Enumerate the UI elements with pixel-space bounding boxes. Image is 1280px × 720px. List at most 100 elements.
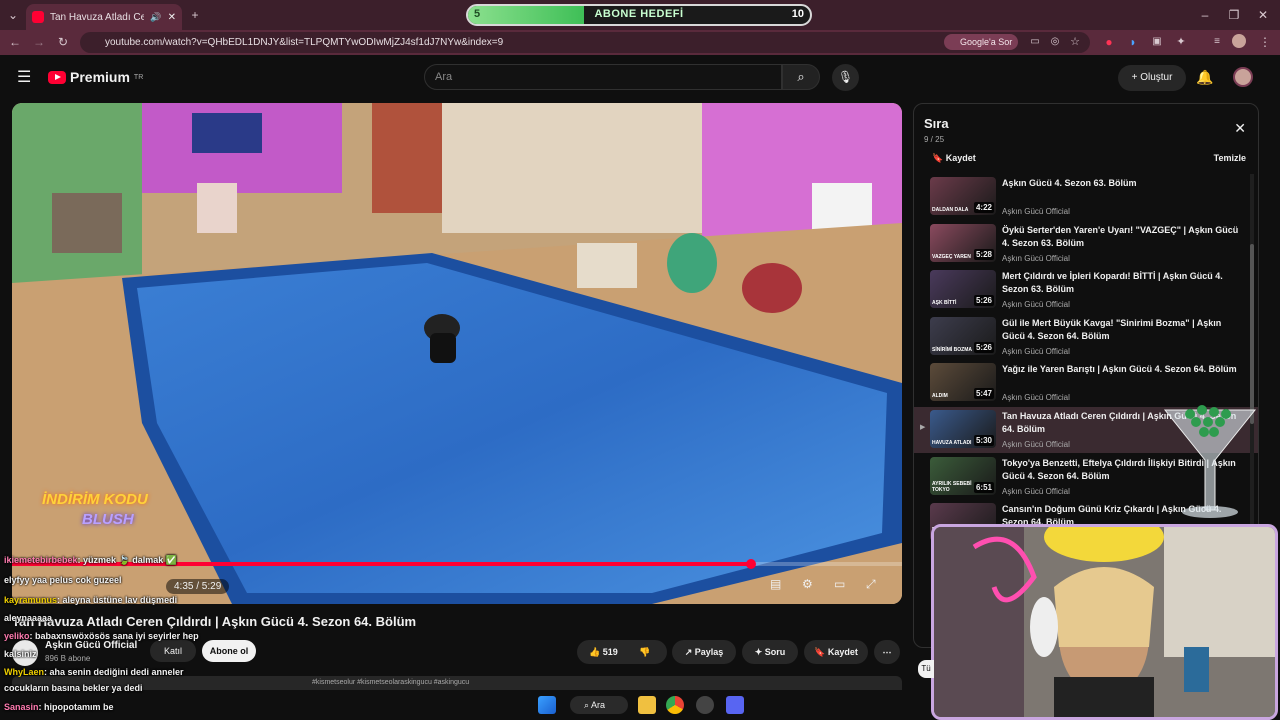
thumbnail-text: DALDAN DALA xyxy=(932,207,969,213)
new-tab-icon[interactable]: + xyxy=(186,6,204,24)
browser-tab[interactable]: Tan Havuza Atladı Ceren Çıldırdı | Aşkın… xyxy=(26,4,182,30)
menu-dots-icon[interactable]: ⋮ xyxy=(1256,33,1274,51)
puzzle-icon[interactable]: ✦ xyxy=(1172,33,1190,51)
hamburger-menu-icon[interactable]: ☰ xyxy=(17,67,31,87)
more-actions-icon[interactable]: ⋯ xyxy=(874,640,900,664)
video-thumbnail[interactable]: AYRILIK SEBEBİ TOKYO 6:51 xyxy=(930,456,996,495)
bookmark-star-icon[interactable]: ☆ xyxy=(1066,33,1084,51)
playlist-item-channel: Aşkın Gücü Official xyxy=(1002,440,1070,449)
webcam-frame xyxy=(934,527,1275,717)
video-thumbnail[interactable]: ALDIM 5:47 xyxy=(930,363,996,402)
restore-icon[interactable]: ❐ xyxy=(1225,6,1243,24)
cast-icon[interactable]: ▭ xyxy=(1026,33,1044,51)
taskbar-search[interactable]: ⌕ Ara xyxy=(570,696,628,714)
notifications-bell-icon[interactable]: 🔔 xyxy=(1196,69,1213,86)
tab-search-icon[interactable]: ⌄ xyxy=(4,6,22,24)
playlist-item-channel: Aşkın Gücü Official xyxy=(1002,207,1070,216)
like-count: 519 xyxy=(602,647,618,657)
playlist-item[interactable]: DALDAN DALA 4:22 Aşkın Gücü 4. Sezon 63. B… xyxy=(914,174,1258,220)
google-sor-button[interactable]: Google'a Sor xyxy=(944,34,1018,50)
video-player[interactable]: İNDİRİM KODU BLUSH 4:35 / 5:29 ▤ ⚙ ▭ ⤢ xyxy=(12,103,902,604)
close-icon[interactable]: ✕ xyxy=(1234,120,1246,137)
playlist-clear-button[interactable]: Temizle xyxy=(1214,153,1246,163)
windows-start-icon[interactable] xyxy=(538,696,556,714)
reload-icon[interactable]: ↻ xyxy=(54,33,72,51)
discord-icon[interactable] xyxy=(726,696,744,714)
tab-close-icon[interactable]: ✕ xyxy=(168,12,176,23)
like-button[interactable]: 👍 519 👎 xyxy=(577,640,667,664)
join-button[interactable]: Katıl xyxy=(150,640,196,662)
dislike-icon[interactable]: 👎 xyxy=(639,640,650,664)
extension-blue-icon[interactable]: ◗ xyxy=(1124,33,1142,51)
playlist-count: 9 / 25 xyxy=(924,135,945,144)
scrollbar-thumb[interactable] xyxy=(1250,244,1254,424)
search-icon[interactable]: ⌕ xyxy=(782,64,820,90)
chrome-icon[interactable] xyxy=(666,696,684,714)
eye-off-icon[interactable]: ◎ xyxy=(1046,33,1064,51)
playlist-item[interactable]: SİNİRİMİ BOZMA 5:26 Gül ile Mert Büyük Kav… xyxy=(914,314,1258,360)
playlist-item-title[interactable]: Mert Çıldırdı ve İpleri Kopardı! BİTTİ |… xyxy=(1002,270,1242,296)
ask-button[interactable]: ✦ Soru xyxy=(742,640,798,664)
playlist-item[interactable]: AŞK BİTTİ 5:26 Mert Çıldırdı ve İpleri Kop… xyxy=(914,267,1258,313)
search-input[interactable]: Ara xyxy=(424,64,782,90)
tab-audio-icon[interactable]: 🔊 xyxy=(150,12,161,23)
chat-message: ikiemetebirbebek: yüzmek 🍃 dalmak ✅ xyxy=(4,555,177,566)
chat-message: aleynaaaaa xyxy=(4,613,52,623)
chat-user: kayramunus xyxy=(4,595,58,605)
window-close-icon[interactable]: ✕ xyxy=(1254,6,1272,24)
video-time: 4:35 / 5:29 xyxy=(166,579,230,594)
thumbnail-text: ALDIM xyxy=(932,393,948,400)
video-thumbnail[interactable]: HAVUZA ATLADI 5:30 xyxy=(930,410,996,448)
chat-text: : aha senin dediğini dedi anneler xyxy=(44,667,184,677)
playlist-item-title[interactable]: Öykü Serter'den Yaren'e Uyarı! "VAZGEÇ" … xyxy=(1002,224,1242,250)
chat-message: cocukların basına bekler ya dedi xyxy=(4,683,143,693)
playlist-item-title[interactable]: Aşkın Gücü 4. Sezon 63. Bölüm xyxy=(1002,177,1242,190)
minimize-icon[interactable]: – xyxy=(1196,6,1214,24)
obs-icon[interactable] xyxy=(696,696,714,714)
partial-button[interactable]: Tü xyxy=(918,660,934,678)
theater-mode-icon[interactable]: ▭ xyxy=(834,577,845,591)
extension-red-icon[interactable]: ● xyxy=(1100,33,1118,51)
playlist-item-title[interactable]: Yağız ile Yaren Barıştı | Aşkın Gücü 4. … xyxy=(1002,363,1242,376)
settings-gear-icon[interactable]: ⚙ xyxy=(802,577,813,591)
back-icon[interactable]: ← xyxy=(6,33,24,51)
subtitles-icon[interactable]: ▤ xyxy=(770,577,781,591)
fullscreen-icon[interactable]: ⤢ xyxy=(866,577,876,592)
create-button[interactable]: + Oluştur xyxy=(1118,65,1186,91)
extension-icon[interactable]: ▣ xyxy=(1148,33,1166,51)
forward-icon[interactable]: → xyxy=(30,33,48,51)
url-field[interactable]: youtube.com/watch?v=QHbEDL1DNJY&list=TLP… xyxy=(80,32,1090,53)
sidebar-icon[interactable]: ≡ xyxy=(1208,33,1226,51)
video-thumbnail[interactable]: SİNİRİMİ BOZMA 5:26 xyxy=(930,316,996,355)
subscribe-button[interactable]: Abone ol xyxy=(202,640,256,662)
webcam-overlay xyxy=(931,524,1278,720)
profile-icon[interactable] xyxy=(1232,34,1246,48)
create-label: Oluştur xyxy=(1140,72,1173,83)
avatar[interactable] xyxy=(1233,67,1253,87)
file-explorer-icon[interactable] xyxy=(638,696,656,714)
promo-code-value: BLUSH xyxy=(82,511,134,528)
share-button[interactable]: ↗ Paylaş xyxy=(672,640,736,664)
youtube-logo[interactable]: Premium TR xyxy=(48,69,143,85)
channel-name[interactable]: Aşkın Gücü Official xyxy=(45,640,137,651)
youtube-header: ☰ Premium TR Ara ⌕ 🎙 + Oluştur 🔔 xyxy=(0,55,1280,99)
chat-message: kayramunus: aleyna üstüne lav düşmedi xyxy=(4,595,177,605)
mic-icon[interactable]: 🎙 xyxy=(832,64,859,91)
video-thumbnail[interactable]: AŞK BİTTİ 5:26 xyxy=(930,270,996,309)
chat-text: : yüzmek 🍃 dalmak ✅ xyxy=(77,555,177,565)
save-button[interactable]: 🔖 Kaydet xyxy=(804,640,868,664)
share-label: Paylaş xyxy=(694,647,724,657)
video-duration: 6:51 xyxy=(973,481,994,493)
promo-code-label: İNDİRİM KODU xyxy=(42,491,148,508)
thumbnail-text: AŞK BİTTİ xyxy=(932,300,957,307)
thumbnail-text: AYRILIK SEBEBİ TOKYO xyxy=(932,480,972,493)
video-duration: 5:30 xyxy=(973,435,994,446)
playlist-item-title[interactable]: Gül ile Mert Büyük Kavga! "Sinirimi Bozm… xyxy=(1002,317,1242,343)
video-thumbnail[interactable]: VAZGEÇ YAREN 5:28 xyxy=(930,223,996,262)
playlist-item[interactable]: VAZGEÇ YAREN 5:28 Öykü Serter'den Yaren'e … xyxy=(914,221,1258,267)
video-thumbnail[interactable]: DALDAN DALA 4:22 xyxy=(930,177,996,215)
progress-scrubber[interactable] xyxy=(745,559,756,569)
video-duration: 5:47 xyxy=(973,388,994,400)
description-box[interactable]: #kismetseolur #kismetseolaraskingucu #as… xyxy=(12,676,902,690)
playlist-save-button[interactable]: 🔖 Kaydet xyxy=(932,153,976,164)
